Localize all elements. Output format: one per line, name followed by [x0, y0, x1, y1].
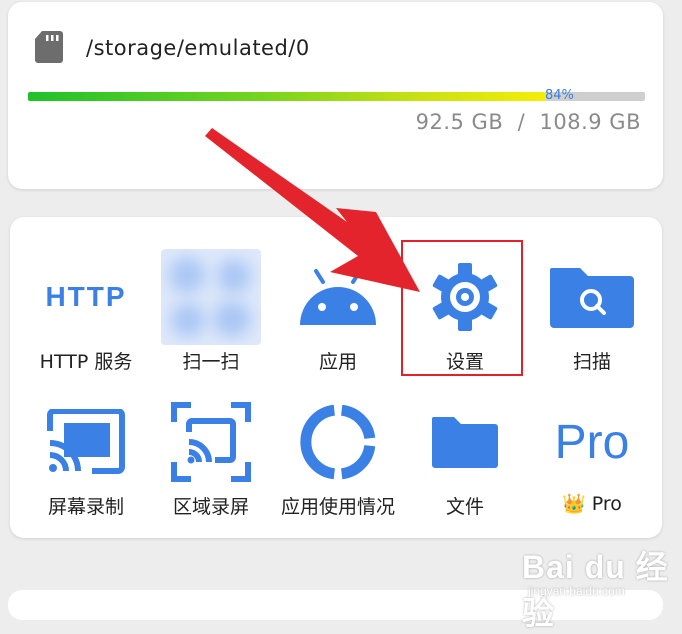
tool-pro[interactable]: Pro 👑 Pro: [528, 387, 656, 537]
settings-highlight-box: [401, 240, 523, 376]
tool-scan-qr[interactable]: 扫一扫: [147, 242, 275, 392]
storage-usage-fill: [28, 92, 547, 101]
tool-area-record-label: 区域录屏: [172, 496, 249, 518]
tool-apps[interactable]: 应用: [274, 242, 402, 392]
ring-chart-icon: [300, 404, 376, 480]
pro-text-icon: Pro: [554, 415, 630, 469]
tool-http-service[interactable]: HTTP HTTP 服务: [22, 242, 150, 392]
area-cast-icon: [171, 402, 251, 482]
tool-scan-label: 扫描: [572, 351, 611, 373]
tool-app-usage-label: 应用使用情况: [280, 496, 395, 518]
tool-files-label: 文件: [445, 496, 484, 518]
storage-card[interactable]: /storage/emulated/0 84% 92.5 GB / 108.9 …: [8, 2, 663, 189]
cast-icon: [47, 409, 125, 474]
tool-scan-qr-label: 扫一扫: [182, 351, 240, 373]
tool-files[interactable]: 文件: [401, 387, 529, 537]
watermark: Bai du 经验 jingyan.baidu.com: [522, 540, 682, 631]
storage-usage-percent: 84%: [545, 88, 574, 103]
android-icon: [300, 269, 376, 325]
tool-apps-label: 应用: [318, 351, 357, 373]
tool-scan[interactable]: 扫描: [528, 242, 656, 392]
watermark-url: jingyan.baidu.com: [528, 584, 625, 598]
tool-pro-label: 👑 Pro: [562, 493, 622, 515]
storage-path: /storage/emulated/0: [86, 36, 310, 60]
folder-search-icon: [550, 268, 634, 328]
qr-scan-icon: [161, 249, 261, 345]
folder-icon: [431, 417, 498, 468]
tool-area-record[interactable]: 区域录屏: [147, 387, 275, 537]
http-text-icon: HTTP: [45, 281, 127, 312]
sd-card-icon: [35, 31, 63, 63]
tools-card: HTTP HTTP 服务 扫一扫 应用 设置 扫描 屏幕录制 区域录屏 应用使用…: [10, 217, 662, 538]
tool-app-usage[interactable]: 应用使用情况: [274, 387, 402, 537]
storage-size-text: 92.5 GB / 108.9 GB: [415, 110, 641, 134]
tool-screen-record[interactable]: 屏幕录制: [22, 387, 150, 537]
